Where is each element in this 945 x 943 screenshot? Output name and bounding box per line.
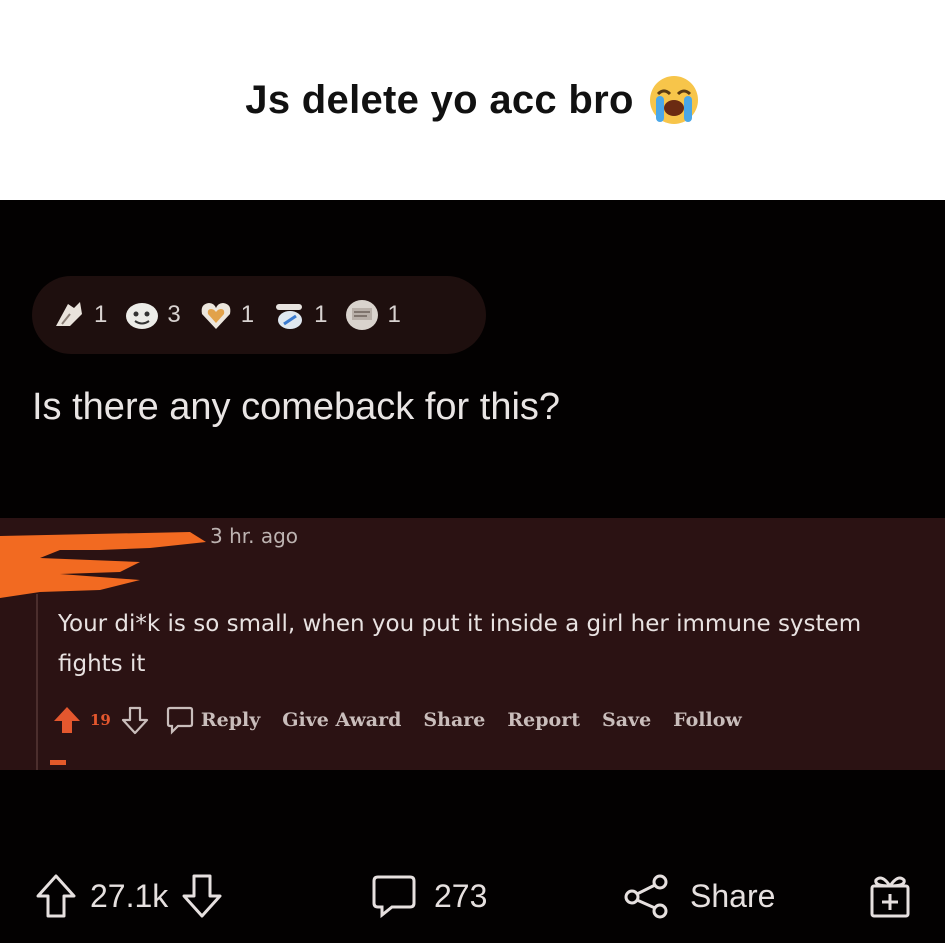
upvote-icon	[36, 874, 76, 918]
comment-downvote-button[interactable]	[121, 705, 149, 735]
post-share-label: Share	[690, 877, 776, 914]
award-wholesome[interactable]: 3	[123, 296, 181, 334]
reddit-post-screenshot: 1 3 1 1 1 Is there any comeback for this…	[0, 200, 945, 943]
award-bless[interactable]: 1	[270, 296, 327, 334]
comment-actions: 19 Reply Give Award Share Report Save Fo…	[52, 702, 764, 738]
gift-icon	[870, 876, 910, 918]
save-button[interactable]: Save	[602, 709, 651, 731]
post-comment-count: 273	[434, 877, 488, 914]
comment-body: Your di*k is so small, when you put it i…	[58, 611, 862, 677]
post-award-button[interactable]	[866, 872, 914, 920]
comment-bubble-icon	[372, 875, 416, 919]
award-helpful[interactable]: 1	[50, 296, 107, 334]
award-count: 1	[240, 301, 255, 328]
post-title[interactable]: Is there any comeback for this?	[32, 386, 560, 429]
award-count: 1	[314, 301, 328, 328]
comment-timestamp: 3 hr. ago	[210, 524, 299, 548]
award-count: 3	[167, 301, 181, 328]
post-vote-count: 27.1k	[90, 877, 169, 914]
follow-button[interactable]: Follow	[673, 709, 742, 731]
share-button[interactable]: Share	[423, 709, 485, 731]
comment-upvote-button[interactable]	[52, 705, 82, 735]
reply-icon-button[interactable]	[165, 705, 195, 735]
comment-vote-count: 19	[90, 711, 111, 729]
reply-button[interactable]: Reply	[201, 709, 260, 731]
award-wholesome-icon	[126, 303, 159, 329]
comment-bubble-icon	[166, 706, 193, 735]
redacted-username	[0, 532, 206, 598]
post-action-bar: 27.1k 273 Share	[0, 866, 945, 926]
post-comments-button[interactable]: 273	[370, 873, 487, 919]
award-sign-icon	[346, 300, 379, 330]
post-upvote-button[interactable]	[34, 873, 78, 919]
caption-text: Js delete yo acc bro	[245, 77, 634, 122]
upvote-filled-icon	[54, 707, 80, 733]
downvote-icon	[182, 874, 222, 918]
comment-card: 3 hr. ago Your di*k is so small, when yo…	[0, 518, 945, 770]
award-sign[interactable]: 1	[343, 296, 401, 334]
award-bless-icon	[276, 304, 303, 329]
collapsed-indicator	[50, 760, 66, 765]
post-vote-group: 27.1k	[34, 873, 224, 919]
award-heart[interactable]: 1	[197, 296, 254, 334]
meme-caption: Js delete yo acc bro	[0, 0, 945, 200]
award-heart-icon	[201, 303, 231, 329]
post-downvote-button[interactable]	[180, 873, 224, 919]
award-helpful-icon	[56, 302, 82, 326]
award-count: 1	[387, 301, 401, 328]
report-button[interactable]: Report	[507, 709, 580, 731]
awards-bar[interactable]: 1 3 1 1 1	[32, 276, 486, 354]
downvote-icon	[121, 706, 148, 735]
thread-line[interactable]	[36, 594, 38, 770]
post-share-button[interactable]: Share	[622, 873, 775, 919]
award-count: 1	[94, 301, 108, 328]
share-icon	[624, 874, 668, 919]
give-award-button[interactable]: Give Award	[282, 709, 401, 731]
loudly-crying-face-icon	[649, 76, 698, 124]
